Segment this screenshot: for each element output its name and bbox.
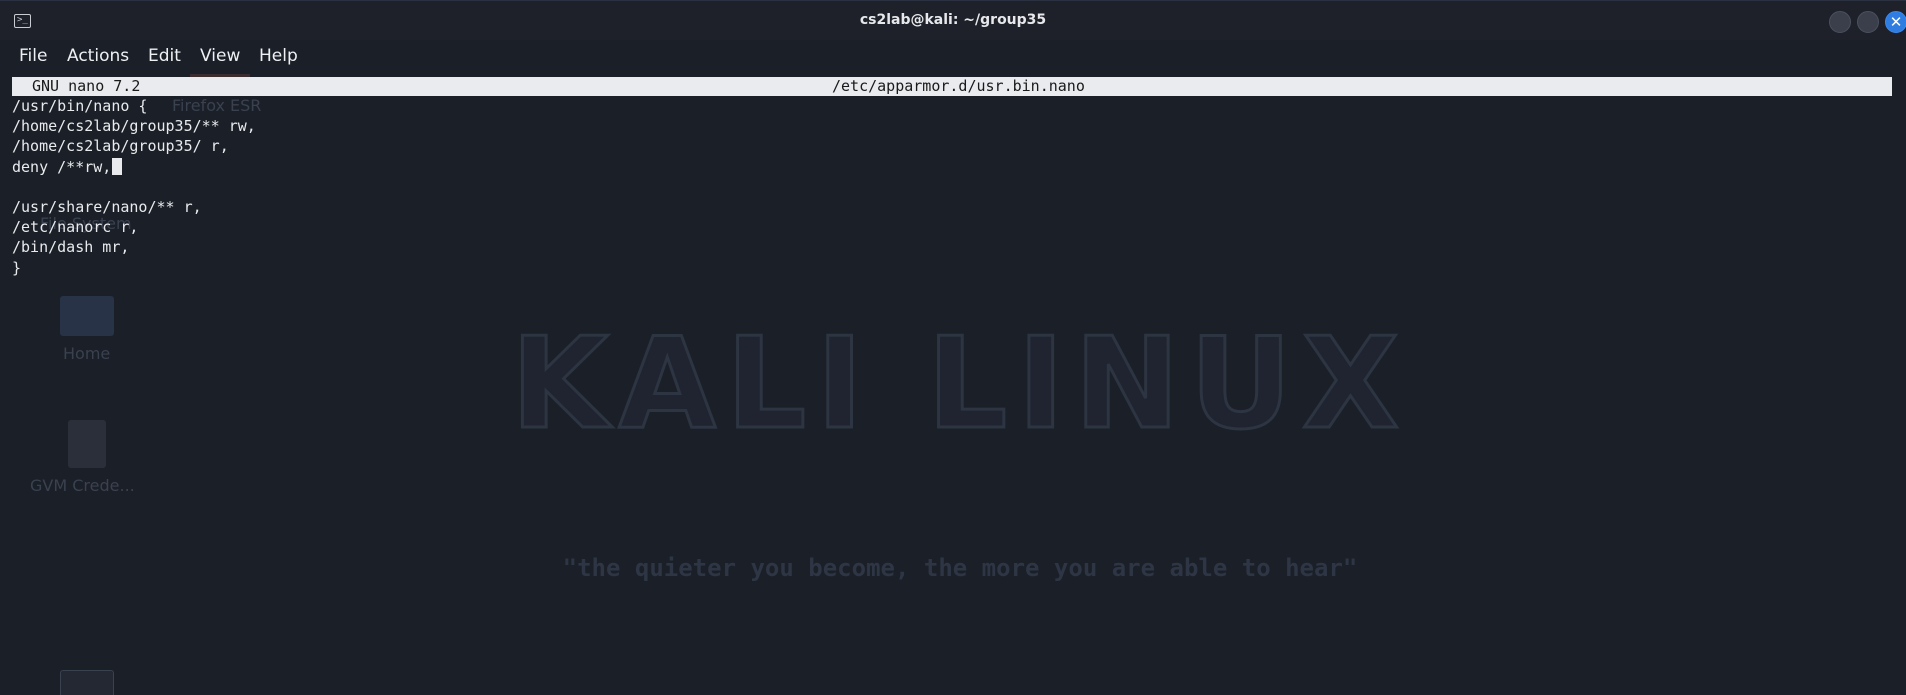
window-titlebar: >_ cs2lab@kali: ~/group35 ✕ xyxy=(0,0,1906,41)
menubar: File Actions Edit View Help xyxy=(0,40,1906,74)
nano-version: GNU nano 7.2 xyxy=(32,77,141,95)
nano-filename: /etc/apparmor.d/usr.bin.nano xyxy=(832,77,1085,95)
window-title: cs2lab@kali: ~/group35 xyxy=(859,12,1047,28)
editor-line: /usr/share/nano/** r, xyxy=(12,197,202,216)
editor-line: /etc/nanorc r, xyxy=(12,218,139,237)
editor-line-text: deny /**rw, xyxy=(12,157,112,176)
maximize-button[interactable] xyxy=(1857,11,1879,33)
menu-actions[interactable]: Actions xyxy=(67,46,129,66)
minimize-button[interactable] xyxy=(1829,11,1851,33)
editor-line: /bin/dash mr, xyxy=(12,238,130,257)
editor-line: } xyxy=(12,258,22,277)
menu-file[interactable]: File xyxy=(19,46,47,66)
desktop-label-gvm: GVM Crede... xyxy=(30,476,135,495)
wallpaper-tagline: "the quieter you become, the more you ar… xyxy=(562,554,1358,582)
editor-line: /home/cs2lab/group35/ r, xyxy=(12,137,229,156)
home-folder-icon xyxy=(60,296,114,336)
desktop-label-home: Home xyxy=(63,344,111,363)
wallpaper-title: KALI LINUX xyxy=(509,309,1410,459)
document-icon xyxy=(68,420,106,468)
terminal-area[interactable]: Firefox ESR File System Home GVM Crede..… xyxy=(0,74,1906,695)
menu-edit[interactable]: Edit xyxy=(148,46,181,66)
editor-line-cursor: deny /**rw, xyxy=(12,157,256,177)
menu-view[interactable]: View xyxy=(200,46,240,66)
editor-line: /usr/bin/nano { xyxy=(12,97,148,115)
terminal-shortcut-icon xyxy=(60,670,114,695)
editor-line: /home/cs2lab/group35/** rw, xyxy=(12,117,256,136)
text-cursor xyxy=(112,157,123,175)
close-button[interactable]: ✕ xyxy=(1885,11,1906,33)
nano-header-bar: GNU nano 7.2 /etc/apparmor.d/usr.bin.nan… xyxy=(12,77,1892,96)
editor-buffer[interactable]: /usr/bin/nano { /home/cs2lab/group35/** … xyxy=(12,96,256,278)
menu-help[interactable]: Help xyxy=(259,46,298,66)
